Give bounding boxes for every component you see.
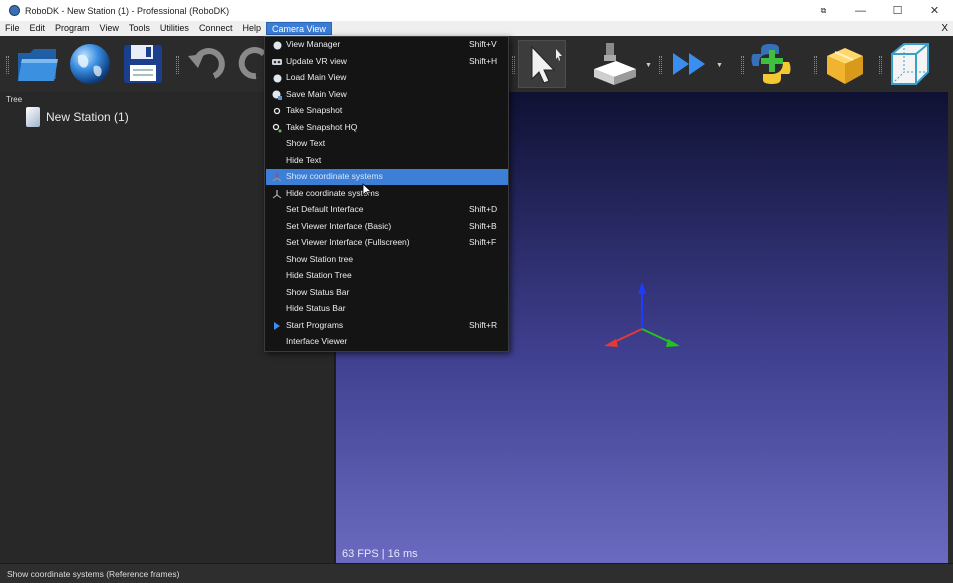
toolbar-grip[interactable] xyxy=(741,56,744,74)
robodk-logo-icon xyxy=(9,5,20,16)
globe-save-icon xyxy=(272,90,282,100)
menu-item-view-manager[interactable]: View Manager Shift+V xyxy=(266,37,508,53)
tree-item-label: New Station (1) xyxy=(46,110,129,124)
menu-item-load-main-view[interactable]: Load Main View xyxy=(266,70,508,86)
menu-camera-view[interactable]: Camera View xyxy=(265,22,332,35)
status-text: Show coordinate systems (Reference frame… xyxy=(7,568,180,579)
menu-view[interactable]: View xyxy=(95,22,124,35)
menu-utilities[interactable]: Utilities xyxy=(155,22,194,35)
package-icon[interactable] xyxy=(821,40,869,88)
toolbar-grip[interactable] xyxy=(6,56,9,74)
camera-view-menu: View Manager Shift+V Update VR view Shif… xyxy=(264,36,509,352)
menu-item-hide-status-bar[interactable]: Hide Status Bar xyxy=(266,301,508,317)
mouse-cursor-icon xyxy=(362,183,373,202)
menu-item-set-default-interface[interactable]: Set Default Interface Shift+D xyxy=(266,202,508,218)
run-mode-dropdown-icon[interactable]: ▼ xyxy=(716,62,723,69)
toolbar-grip[interactable] xyxy=(512,56,515,74)
dot-icon xyxy=(272,106,282,116)
menu-item-set-viewer-interface-fullscreen[interactable]: Set Viewer Interface (Fullscreen) Shift+… xyxy=(266,235,508,251)
robodk-window: RoboDK - New Station (1) - Professional … xyxy=(0,0,953,583)
menu-item-show-text[interactable]: Show Text xyxy=(266,136,508,152)
snapshot-hq-icon xyxy=(272,123,282,133)
tablet-mode-button[interactable]: ⧉ xyxy=(805,0,842,21)
menu-connect[interactable]: Connect xyxy=(194,22,238,35)
open-folder-icon[interactable] xyxy=(14,40,62,88)
tree-title: Tree xyxy=(6,95,23,104)
menu-item-hide-text[interactable]: Hide Text xyxy=(266,153,508,169)
menu-item-show-station-tree[interactable]: Show Station tree xyxy=(266,252,508,268)
menu-bar: File Edit Program View Tools Utilities C… xyxy=(0,21,953,36)
minimize-button[interactable]: — xyxy=(842,0,879,21)
menu-item-hide-coordinate-systems[interactable]: Hide coordinate systems xyxy=(266,186,508,202)
status-bar: Show coordinate systems (Reference frame… xyxy=(0,563,953,583)
coordinate-frame-icon xyxy=(272,172,282,182)
window-title: RoboDK - New Station (1) - Professional … xyxy=(25,5,230,16)
menu-tools[interactable]: Tools xyxy=(124,22,155,35)
toolbar-grip[interactable] xyxy=(659,56,662,74)
menu-item-hide-station-tree[interactable]: Hide Station Tree xyxy=(266,268,508,284)
menu-item-set-viewer-interface-basic[interactable]: Set Viewer Interface (Basic) Shift+B xyxy=(266,219,508,235)
y-axis xyxy=(641,328,673,344)
tree-item-station[interactable]: New Station (1) xyxy=(26,107,129,127)
menu-item-interface-viewer[interactable]: Interface Viewer xyxy=(266,334,508,350)
menu-item-take-snapshot[interactable]: Take Snapshot xyxy=(266,103,508,119)
menu-item-show-status-bar[interactable]: Show Status Bar xyxy=(266,285,508,301)
maximize-button[interactable]: ☐ xyxy=(879,0,916,21)
station-icon xyxy=(26,107,40,127)
fps-counter: 63 FPS | 16 ms xyxy=(342,548,418,560)
toolbar-grip[interactable] xyxy=(176,56,179,74)
title-bar: RoboDK - New Station (1) - Professional … xyxy=(0,0,953,21)
z-axis-arrow xyxy=(638,282,646,294)
viewport-border xyxy=(948,92,953,563)
fast-forward-icon[interactable] xyxy=(667,40,715,88)
globe-icon[interactable] xyxy=(66,40,114,88)
menu-item-update-vr-view[interactable]: Update VR view Shift+H xyxy=(266,54,508,70)
toolbar-grip[interactable] xyxy=(814,56,817,74)
menu-edit[interactable]: Edit xyxy=(25,22,51,35)
menu-item-start-programs[interactable]: Start Programs Shift+R xyxy=(266,318,508,334)
vr-headset-icon xyxy=(272,57,282,67)
menu-help[interactable]: Help xyxy=(237,22,266,35)
reference-frame-dropdown-icon[interactable]: ▼ xyxy=(645,62,652,69)
select-cursor-icon[interactable] xyxy=(518,40,566,88)
menu-item-show-coordinate-systems[interactable]: Show coordinate systems xyxy=(266,169,508,185)
menu-program[interactable]: Program xyxy=(50,22,95,35)
y-axis-arrow xyxy=(666,339,680,347)
menu-item-save-main-view[interactable]: Save Main View xyxy=(266,87,508,103)
undo-icon[interactable] xyxy=(182,40,230,88)
x-axis-arrow xyxy=(604,339,618,347)
reference-frame-tool-icon[interactable] xyxy=(590,40,638,88)
close-button[interactable]: ✕ xyxy=(916,0,953,21)
menubar-close-button[interactable]: X xyxy=(941,21,948,36)
globe-small-icon xyxy=(272,73,282,83)
save-icon[interactable] xyxy=(119,40,167,88)
menu-item-take-snapshot-hq[interactable]: Take Snapshot HQ xyxy=(266,120,508,136)
globe-small-icon xyxy=(272,40,282,50)
view-cube-icon[interactable] xyxy=(886,40,934,88)
python-add-icon[interactable] xyxy=(747,40,795,88)
coordinate-frame-off-icon xyxy=(272,189,282,199)
x-axis xyxy=(611,328,643,344)
play-icon xyxy=(272,321,282,331)
menu-file[interactable]: File xyxy=(0,22,25,35)
toolbar-grip[interactable] xyxy=(879,56,882,74)
